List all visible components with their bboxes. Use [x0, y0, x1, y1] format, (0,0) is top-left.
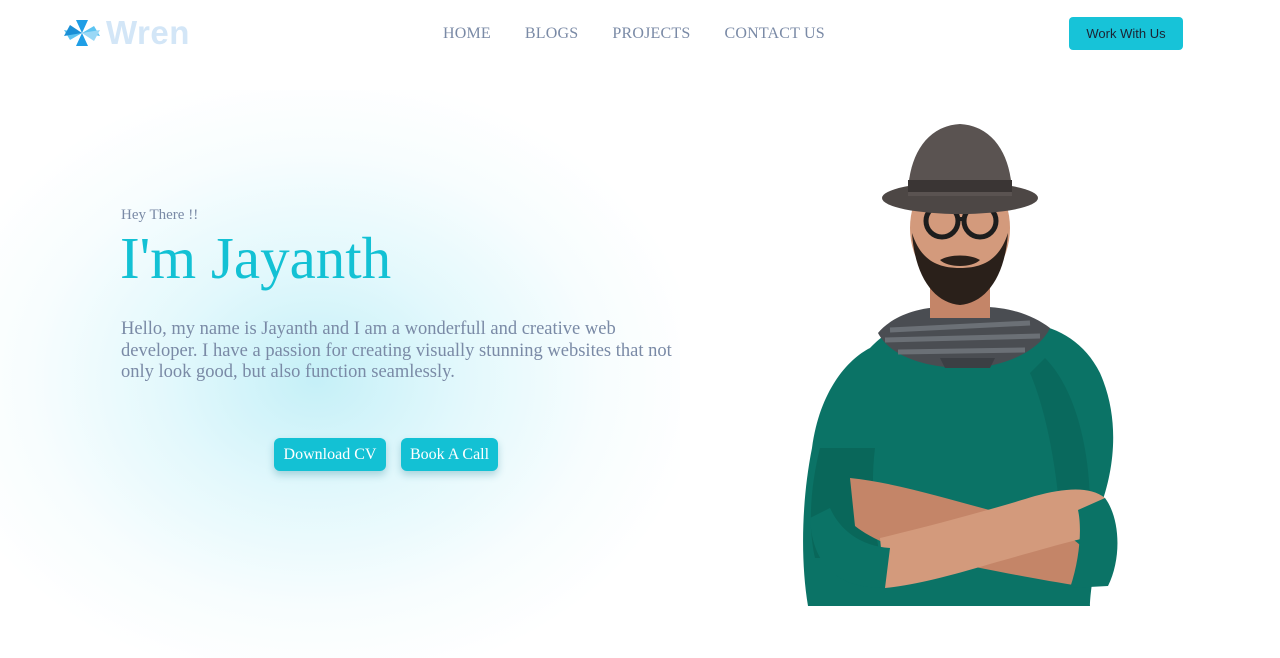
main-nav: HOME BLOGS PROJECTS CONTACT US — [443, 22, 859, 46]
hero-title: I'm Jayanth — [120, 225, 392, 291]
logo-text: Wren — [106, 14, 190, 51]
book-a-call-button[interactable]: Book A Call — [401, 438, 498, 471]
nav-contact-us[interactable]: CONTACT US — [724, 22, 824, 46]
developer-portrait-image — [803, 124, 1118, 606]
landing-page: Wren HOME BLOGS PROJECTS CONTACT US Work… — [0, 0, 1280, 658]
site-logo[interactable]: Wren — [62, 14, 190, 52]
hero-intro: Hello, my name is Jayanth and I am a won… — [121, 319, 672, 382]
nav-projects[interactable]: PROJECTS — [612, 22, 690, 46]
download-cv-button[interactable]: Download CV — [274, 438, 386, 471]
nav-home[interactable]: HOME — [443, 22, 491, 46]
work-with-us-button[interactable]: Work With Us — [1069, 17, 1183, 50]
nav-blogs[interactable]: BLOGS — [525, 22, 578, 46]
snowflake-logo-icon — [64, 20, 100, 46]
